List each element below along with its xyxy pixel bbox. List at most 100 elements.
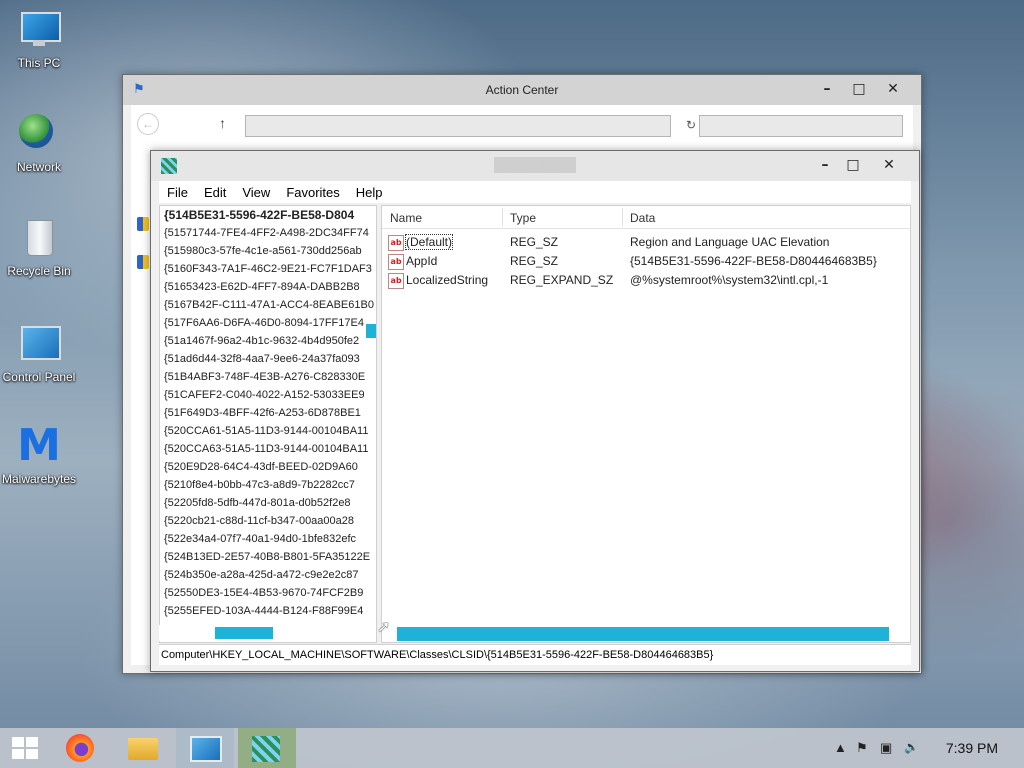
action-center-titlebar[interactable]: ⚑ Action Center – □ ✕ [123,75,921,105]
clock[interactable]: 7:39 PM [946,740,998,756]
tree-item[interactable]: {515980c3-57fe-4c1e-a561-730dd256ab [160,242,376,260]
tree-item[interactable]: {5160F343-7A1F-46C2-9E21-FC7F1DAF3 [160,260,376,278]
tree-item[interactable]: {51a1467f-96a2-4b1c-9632-4b4d950fe2 [160,332,376,350]
window-title: Action Center [485,83,559,97]
tree-item[interactable]: {522e34a4-07f7-40a1-94d0-1bfe832efc [160,530,376,548]
tree-item[interactable]: {51CAFEF2-C040-4022-A152-53033EE9 [160,386,376,404]
value-data: Region and Language UAC Elevation [630,235,830,249]
tree-item[interactable]: {520CCA61-51A5-11D3-9144-00104BA11 [160,422,376,440]
values-header: Name Type Data [382,206,910,229]
close-button[interactable]: ✕ [875,155,903,175]
recycle-bin-icon [17,216,61,260]
desktop-icon-label: This PC [17,56,61,70]
status-bar: Computer\HKEY_LOCAL_MACHINE\SOFTWARE\Cla… [159,644,911,665]
file-explorer-icon [128,738,158,760]
firefox-icon [66,734,94,762]
volume-icon[interactable]: 🔊 [904,740,919,754]
desktop-icon-label: Control Panel [2,370,76,384]
desktop-icon-label: Network [16,160,61,174]
registry-editor-titlebar[interactable]: Registry Editor – □ ✕ [151,151,919,181]
taskbar-firefox[interactable] [54,728,112,768]
string-value-icon: ab [388,254,404,270]
tree-item[interactable]: {5167B42F-C111-47A1-ACC4-8EABE61B0 [160,296,376,314]
minimize-button[interactable]: – [811,155,839,175]
shield-icon [137,255,149,269]
value-name: LocalizedString [406,273,489,287]
tree-scrollbar-thumb[interactable] [366,324,376,338]
value-row[interactable]: ab AppId REG_SZ {514B5E31-5596-422F-BE58… [382,251,910,270]
value-row[interactable]: ab (Default) REG_SZ Region and Language … [382,232,910,251]
network-icon [17,112,61,156]
menu-edit[interactable]: Edit [196,181,234,203]
search-input[interactable] [699,115,903,137]
taskbar-registry-editor[interactable] [238,728,296,768]
address-bar[interactable]: ↻ [245,115,696,137]
menu-bar: File Edit View Favorites Help [159,181,911,203]
string-value-icon: ab [388,235,404,251]
column-divider[interactable] [622,208,623,226]
desktop-icon-network[interactable]: Network [0,112,78,174]
tree-item[interactable]: {5255EFED-103A-4444-B124-F88F99E4 [160,602,376,620]
tree-horizontal-scrollbar[interactable] [159,625,375,641]
tree-item[interactable]: {5210f8e4-b0bb-47c3-a8d9-7b2282cc7 [160,476,376,494]
maximize-button[interactable]: □ [845,79,873,99]
tree-item[interactable]: {520E9D28-64C4-43df-BEED-02D9A60 [160,458,376,476]
show-hidden-icons[interactable]: ▲ [834,740,847,755]
refresh-icon[interactable]: ↻ [686,118,696,132]
menu-file[interactable]: File [159,181,196,203]
desktop-icon-recycle-bin[interactable]: Recycle Bin [0,216,78,278]
tree-item[interactable]: {51653423-E62D-4FF7-894A-DABB2B8 [160,278,376,296]
up-button[interactable]: ↑ [219,115,226,131]
value-row[interactable]: ab LocalizedString REG_EXPAND_SZ @%syste… [382,270,910,289]
taskbar-action-center[interactable] [176,728,234,768]
tree-item[interactable]: {524b350e-a28a-425d-a472-c9e2e2c87 [160,566,376,584]
tree-item[interactable]: {5220cb21-c88d-11cf-b347-00aa00a28 [160,512,376,530]
back-button[interactable]: ← [137,113,159,135]
tree-item[interactable]: {51F649D3-4BFF-42f6-A253-6D878BE1 [160,404,376,422]
string-value-icon: ab [388,273,404,289]
tree-item[interactable]: {51571744-7FE4-4FF2-A498-2DC34FF74 [160,224,376,242]
desktop-icon-control-panel[interactable]: Control Panel [0,322,78,384]
shield-icon [137,217,149,231]
values-scrollbar-thumb[interactable] [397,627,889,641]
tree-scrollbar-thumb[interactable] [215,627,273,639]
action-center-flag-icon[interactable]: ⚑ [856,740,868,756]
tree-item[interactable]: {51ad6d44-32f8-4aa7-9ee6-24a37fa093 [160,350,376,368]
values-list[interactable]: Name Type Data ab (Default) REG_SZ Regio… [381,205,911,643]
control-panel-icon [17,322,61,366]
tree-item[interactable]: {52205fd8-5dfb-447d-801a-d0b52f2e8 [160,494,376,512]
value-name: AppId [406,254,438,268]
registry-editor-window: Registry Editor – □ ✕ File Edit View Fav… [150,150,920,672]
key-tree[interactable]: {514B5E31-5596-422F-BE58-D804 {51571744-7… [159,205,377,643]
column-name[interactable]: Name [390,211,422,225]
close-button[interactable]: ✕ [879,79,907,99]
column-type[interactable]: Type [510,211,536,225]
menu-favorites[interactable]: Favorites [278,181,347,203]
tree-item-selected[interactable]: {514B5E31-5596-422F-BE58-D804 [160,206,376,224]
desktop-icon-this-pc[interactable]: This PC [0,8,78,70]
column-divider[interactable] [502,208,503,226]
value-type: REG_SZ [510,254,559,268]
tree-item[interactable]: {52550DE3-15E4-4B53-9670-74FCF2B9 [160,584,376,602]
value-name: (Default) [404,234,454,250]
column-data[interactable]: Data [630,211,655,225]
tree-item[interactable]: {524B13ED-2E57-40B8-B801-5FA35122E [160,548,376,566]
tree-item[interactable]: {517F6AA6-D6FA-46D0-8094-17FF17E4 [160,314,376,332]
this-pc-icon [17,8,61,52]
maximize-button[interactable]: □ [839,155,867,175]
desktop-icon-label: Malwarebytes [1,472,77,486]
malwarebytes-icon: M [17,420,61,471]
menu-view[interactable]: View [234,181,278,203]
minimize-button[interactable]: – [813,79,841,99]
tree-item[interactable]: {51B4ABF3-748F-4E3B-A276-C828330E [160,368,376,386]
taskbar-file-explorer[interactable] [114,728,172,768]
tree-item[interactable]: {520CCA63-51A5-11D3-9144-00104BA11 [160,440,376,458]
taskbar: ▲ ⚑ ▣ 🔊 7:39 PM [0,728,1024,768]
value-type: REG_EXPAND_SZ [510,273,614,287]
start-button[interactable] [0,728,58,768]
menu-help[interactable]: Help [348,181,391,203]
window-title: Registry Editor [493,157,577,173]
desktop-icon-label: Recycle Bin [7,264,71,278]
network-tray-icon[interactable]: ▣ [880,740,892,756]
desktop-icon-malwarebytes[interactable]: M Malwarebytes [0,420,78,487]
